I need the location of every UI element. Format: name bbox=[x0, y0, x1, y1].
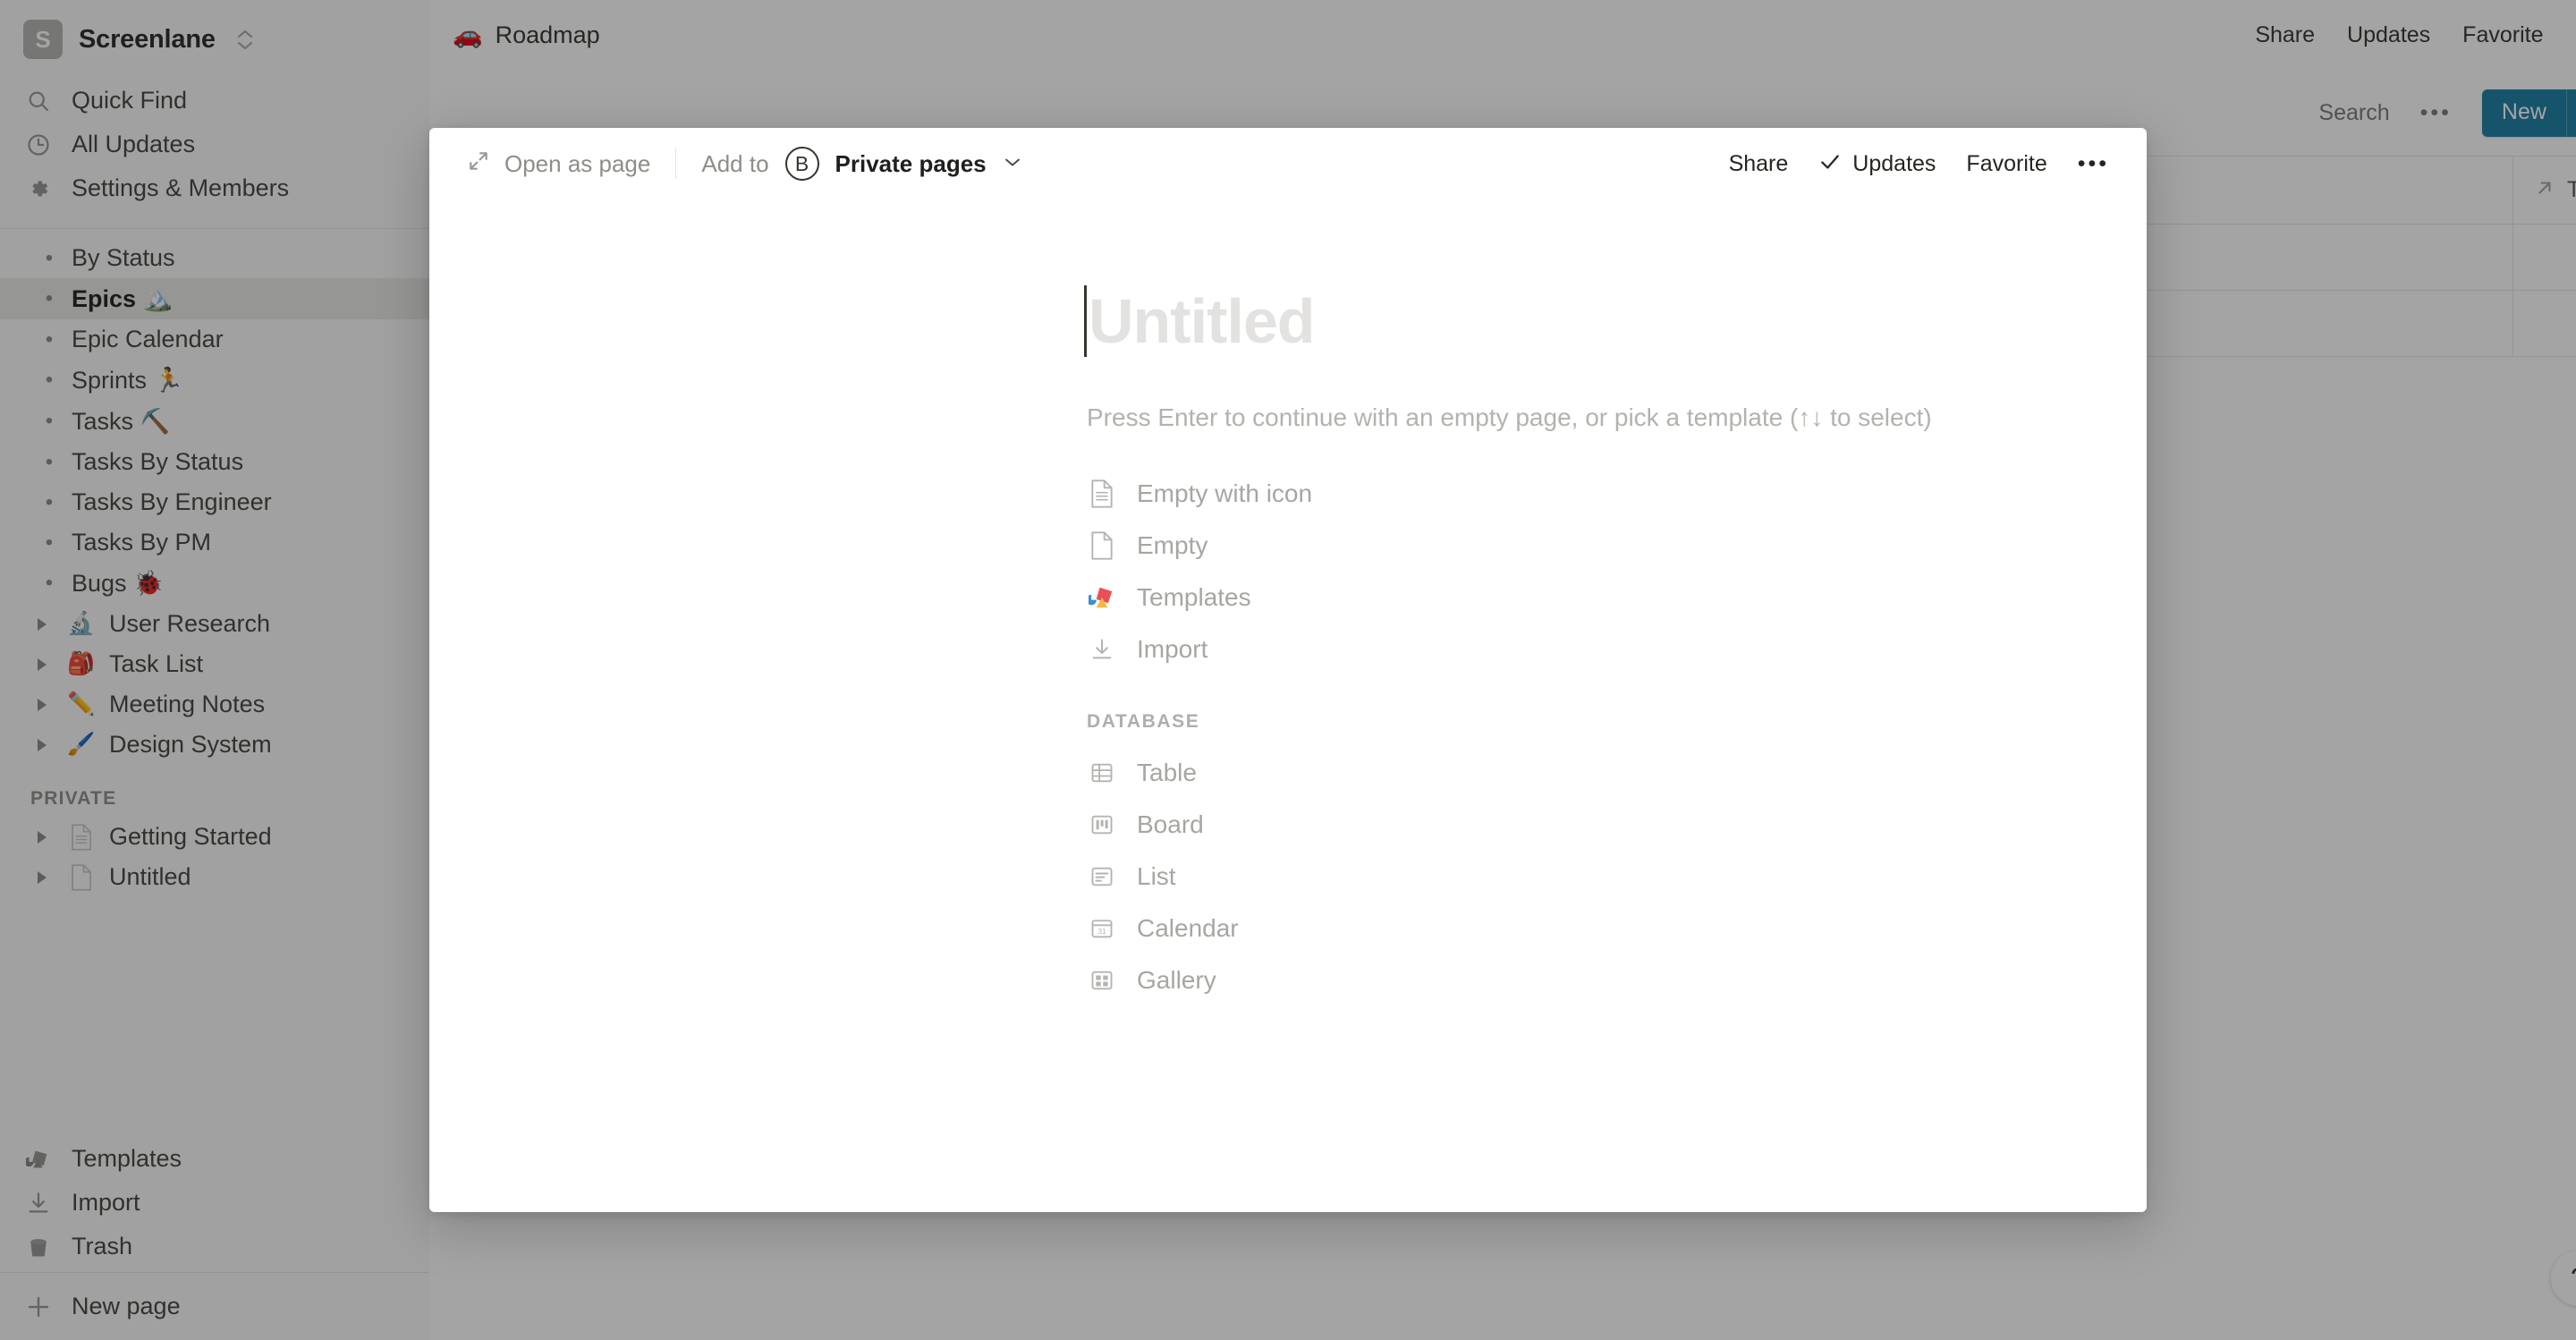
page-title-field[interactable]: Untitled bbox=[429, 278, 2147, 364]
option-label: List bbox=[1137, 862, 1176, 890]
database-options-list: Table Board List 31 Calendar Gallery bbox=[429, 747, 2147, 1006]
page-title-placeholder: Untitled bbox=[1089, 286, 1316, 356]
gallery-icon bbox=[1087, 968, 1117, 993]
templates-color-icon bbox=[1087, 584, 1117, 611]
modal-toolbar-left: Open as page Add to B Private pages bbox=[467, 147, 1022, 181]
option-label: Templates bbox=[1137, 583, 1251, 611]
document-lines-icon bbox=[1087, 479, 1117, 508]
option-label: Calendar bbox=[1137, 914, 1239, 942]
updates-label: Updates bbox=[1852, 150, 1936, 176]
option-label: Empty bbox=[1137, 531, 1208, 559]
share-button[interactable]: Share bbox=[1729, 151, 1789, 177]
database-section-label: DATABASE bbox=[1087, 711, 1200, 732]
modal-toolbar-right: Share Updates Favorite ••• bbox=[1729, 150, 2109, 178]
new-page-modal: Open as page Add to B Private pages Shar… bbox=[429, 128, 2147, 1212]
destination-label: Private pages bbox=[835, 149, 987, 177]
favorite-button[interactable]: Favorite bbox=[1966, 151, 2046, 177]
option-label: Empty with icon bbox=[1137, 479, 1313, 507]
chevron-down-icon[interactable] bbox=[1003, 156, 1022, 173]
template-hint: Press Enter to continue with an empty pa… bbox=[1087, 403, 1932, 431]
option-label: Board bbox=[1137, 810, 1204, 838]
open-as-page-label: Open as page bbox=[504, 149, 651, 177]
list-icon bbox=[1087, 864, 1117, 889]
updates-button[interactable]: Updates bbox=[1818, 150, 1936, 178]
option-gallery[interactable]: Gallery bbox=[1087, 954, 2147, 1006]
calendar-icon: 31 bbox=[1087, 916, 1117, 941]
document-blank-icon bbox=[1087, 531, 1117, 560]
option-table[interactable]: Table bbox=[1087, 747, 2147, 799]
avatar: B bbox=[784, 147, 819, 181]
option-empty[interactable]: Empty bbox=[1087, 520, 2147, 572]
option-empty-with-icon[interactable]: Empty with icon bbox=[1087, 468, 2147, 520]
option-label: Table bbox=[1137, 759, 1197, 786]
svg-text:31: 31 bbox=[1097, 928, 1106, 936]
ellipsis-icon[interactable]: ••• bbox=[2078, 152, 2109, 174]
open-as-page-button[interactable]: Open as page bbox=[467, 149, 675, 179]
import-icon bbox=[1087, 637, 1117, 662]
option-board[interactable]: Board bbox=[1087, 799, 2147, 851]
app-root: S Screenlane Quick Find All Updates Sett… bbox=[0, 0, 2576, 1340]
check-icon bbox=[1818, 150, 1842, 178]
add-to-control[interactable]: Add to B Private pages bbox=[676, 147, 1021, 181]
template-options-list: Empty with icon Empty Templates Import bbox=[429, 468, 2147, 675]
expand-diagonal-icon bbox=[467, 149, 490, 179]
option-label: Import bbox=[1137, 635, 1208, 663]
option-label: Gallery bbox=[1137, 966, 1216, 994]
modal-toolbar: Open as page Add to B Private pages Shar… bbox=[429, 128, 2147, 199]
modal-body: Untitled Press Enter to continue with an… bbox=[429, 199, 2147, 1006]
option-list[interactable]: List bbox=[1087, 851, 2147, 903]
board-icon bbox=[1087, 812, 1117, 837]
option-import[interactable]: Import bbox=[1087, 623, 2147, 675]
text-caret bbox=[1084, 285, 1087, 357]
table-icon bbox=[1087, 760, 1117, 785]
option-templates[interactable]: Templates bbox=[1087, 572, 2147, 623]
option-calendar[interactable]: 31 Calendar bbox=[1087, 903, 2147, 954]
add-to-label: Add to bbox=[701, 149, 769, 177]
